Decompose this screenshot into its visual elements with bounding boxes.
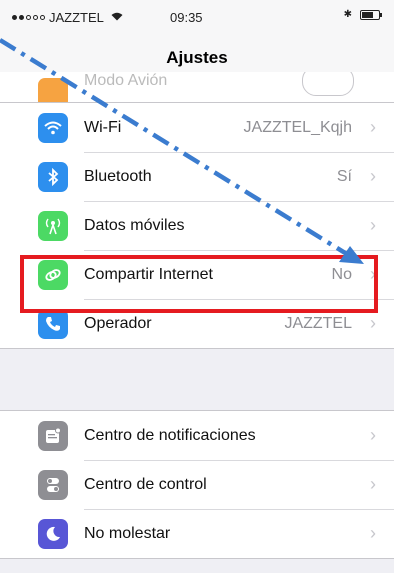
signal-strength-icon [12, 15, 45, 20]
do-not-disturb-label: No molestar [84, 525, 171, 542]
carrier-name: JAZZTEL [49, 10, 104, 25]
chevron-right-icon: › [370, 523, 376, 543]
wifi-value: JAZZTEL_Kqjh [243, 119, 352, 136]
airplane-mode-label: Modo Avión [84, 72, 168, 89]
page-title: Ajustes [166, 48, 228, 67]
settings-row-control-center[interactable]: Centro de control › [0, 460, 394, 509]
settings-row-wifi[interactable]: Wi-Fi JAZZTEL_Kqjh › [0, 103, 394, 152]
bluetooth-icon [38, 162, 68, 192]
toggles-icon [38, 470, 68, 500]
clock: 09:35 [170, 10, 203, 25]
antenna-icon [38, 211, 68, 241]
airplane-mode-row[interactable]: Modo Avión [0, 72, 394, 102]
status-bar: JAZZTEL 09:35 ✱ [0, 0, 394, 34]
settings-row-notifications[interactable]: Centro de notificaciones › [0, 411, 394, 460]
bluetooth-label: Bluetooth [84, 168, 152, 185]
status-right: ✱ [343, 9, 382, 20]
mobile-data-label: Datos móviles [84, 217, 185, 234]
settings-row-do-not-disturb[interactable]: No molestar › [0, 509, 394, 558]
bluetooth-status-icon: ✱ [343, 9, 352, 20]
airplane-mode-toggle[interactable] [302, 72, 354, 96]
wifi-icon [38, 113, 68, 143]
chevron-right-icon: › [370, 474, 376, 494]
navigation-bar: Ajustes [0, 34, 394, 73]
control-center-label: Centro de control [84, 476, 207, 493]
settings-row-bluetooth[interactable]: Bluetooth Sí › [0, 152, 394, 201]
chevron-right-icon: › [370, 215, 376, 235]
wifi-label: Wi-Fi [84, 119, 122, 136]
battery-icon [360, 9, 382, 20]
chevron-right-icon: › [370, 425, 376, 445]
notifications-label: Centro de notificaciones [84, 427, 256, 444]
chevron-right-icon: › [370, 166, 376, 186]
settings-group-system: Centro de notificaciones › Centro de con… [0, 410, 394, 559]
phone-icon [38, 309, 68, 339]
settings-row-mobile-data[interactable]: Datos móviles › [0, 201, 394, 250]
highlight-box [20, 255, 378, 313]
chevron-right-icon: › [370, 313, 376, 333]
carrier-label: Operador [84, 315, 152, 332]
chevron-right-icon: › [370, 117, 376, 137]
carrier-value: JAZZTEL [284, 315, 352, 332]
bluetooth-value: Sí [336, 168, 352, 185]
notifications-icon [38, 421, 68, 451]
moon-icon [38, 519, 68, 549]
wifi-status-icon [111, 12, 123, 24]
airplane-icon [38, 78, 68, 102]
carrier-info: JAZZTEL [12, 10, 123, 25]
